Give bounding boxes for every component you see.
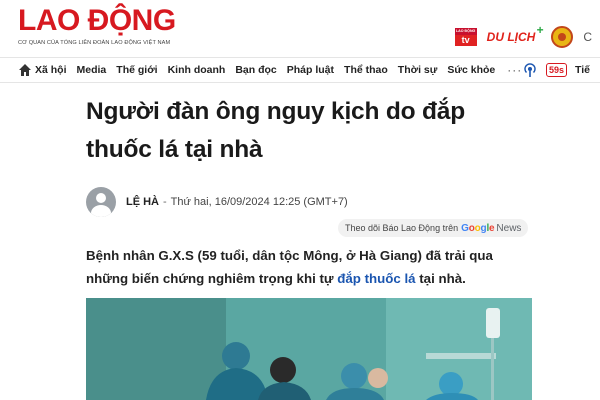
byline: LỆ HÀ - Thứ hai, 16/09/2024 12:25 (GMT+7… bbox=[86, 187, 348, 217]
lead-text-2: tại nhà. bbox=[415, 271, 466, 286]
main-nav: Xã hội Media Thế giới Kinh doanh Bạn đọc… bbox=[0, 57, 600, 83]
article-lead: Bệnh nhân G.X.S (59 tuổi, dân tộc Mông, … bbox=[86, 244, 536, 290]
nav-item-media[interactable]: Media bbox=[77, 64, 107, 76]
partner-cutoff-text: C bbox=[583, 30, 592, 44]
nav-item-phap-luat[interactable]: Pháp luật bbox=[287, 64, 334, 76]
article-title: Người đàn ông nguy kịch do đắp thuốc lá … bbox=[86, 98, 465, 163]
nav-right-cutoff[interactable]: Tiế bbox=[575, 64, 590, 76]
dulich-plus: + bbox=[536, 23, 544, 37]
nav-item-the-thao[interactable]: Thể thao bbox=[344, 64, 388, 76]
dulich-text: DU LỊCH bbox=[486, 30, 536, 44]
byline-separator: - bbox=[163, 196, 167, 208]
nav-item-the-gioi[interactable]: Thế giới bbox=[116, 64, 157, 76]
follow-text: Theo dõi Báo Lao Động trên bbox=[345, 223, 459, 233]
laodong-tv-logo[interactable]: LAO ĐỘNG tv bbox=[454, 28, 477, 46]
google-logo-icon: Google bbox=[461, 222, 495, 234]
google-news-label: News bbox=[496, 222, 522, 234]
dulich-logo[interactable]: DU LỊCH + bbox=[486, 23, 544, 44]
publish-date: Thứ hai, 16/09/2024 12:25 (GMT+7) bbox=[170, 196, 348, 208]
nav-item-kinh-doanh[interactable]: Kinh doanh bbox=[168, 64, 226, 76]
tv-logo-bottom: tv bbox=[454, 35, 477, 46]
site-logo[interactable]: LAO ĐỘNG CƠ QUAN CỦA TỔNG LIÊN ĐOÀN LAO … bbox=[18, 4, 176, 47]
logo-subtitle: CƠ QUAN CỦA TỔNG LIÊN ĐOÀN LAO ĐỘNG VIỆT… bbox=[18, 40, 171, 46]
nav-right: 59s Tiế bbox=[522, 62, 590, 78]
nav-items: Xã hội Media Thế giới Kinh doanh Bạn đọc… bbox=[35, 63, 522, 77]
union-emblem-icon[interactable] bbox=[551, 26, 574, 48]
podcast-icon[interactable] bbox=[522, 62, 538, 78]
logo-text: LAO ĐỘNG bbox=[18, 4, 176, 37]
more-menu-icon[interactable]: ··· bbox=[507, 63, 522, 77]
nav-item-suc-khoe[interactable]: Sức khỏe bbox=[447, 64, 495, 76]
article-hero-image[interactable] bbox=[86, 298, 532, 400]
nav-item-xa-hoi[interactable]: Xã hội bbox=[35, 64, 67, 76]
surgery-photo-illustration bbox=[86, 298, 532, 400]
article-header: Người đàn ông nguy kịch do đắp thuốc lá … bbox=[86, 93, 536, 169]
short-video-badge[interactable]: 59s bbox=[545, 63, 568, 77]
google-news-follow-button[interactable]: Theo dõi Báo Lao Động trên Google News bbox=[338, 219, 529, 237]
tv-logo-top: LAO ĐỘNG bbox=[454, 28, 477, 35]
nav-item-ban-doc[interactable]: Bạn đọc bbox=[235, 64, 276, 76]
home-icon[interactable] bbox=[18, 63, 32, 77]
lead-link-dap-thuoc-la[interactable]: đắp thuốc lá bbox=[337, 271, 415, 286]
site-header: LAO ĐỘNG CƠ QUAN CỦA TỔNG LIÊN ĐOÀN LAO … bbox=[0, 0, 600, 57]
nav-item-thoi-su[interactable]: Thời sự bbox=[398, 64, 438, 76]
author-name[interactable]: LỆ HÀ bbox=[126, 196, 159, 208]
partner-links: LAO ĐỘNG tv DU LỊCH + C bbox=[454, 23, 592, 48]
author-avatar[interactable] bbox=[86, 187, 116, 217]
